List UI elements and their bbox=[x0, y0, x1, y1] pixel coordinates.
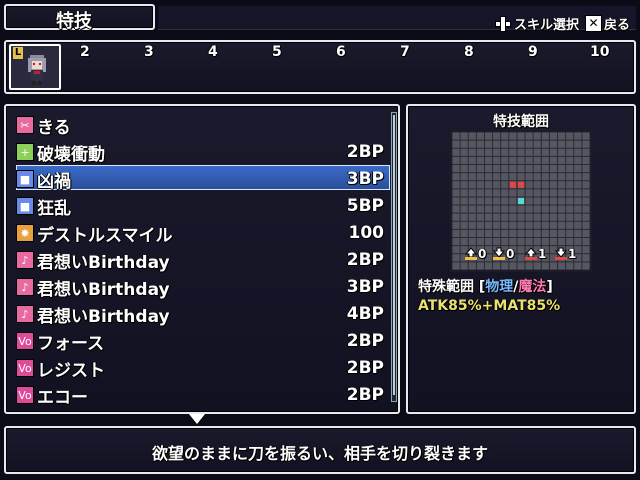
skill-row[interactable]: ♪ 君想いBirthday 2BP bbox=[16, 247, 386, 273]
vo-icon: Vo bbox=[16, 359, 34, 377]
skill-name: エコー bbox=[37, 387, 88, 408]
note-icon: ♪ bbox=[16, 251, 34, 269]
hint-back[interactable]: 戻る bbox=[604, 14, 630, 33]
damage-formula: ATK85%+MAT85% bbox=[418, 298, 561, 314]
skill-name: 狂乱 bbox=[37, 198, 71, 219]
skill-range-panel: 特技範囲 0 0 1 1 特殊範囲 [物理/魔法] ATK85%+MAT85% bbox=[406, 104, 636, 414]
skill-cost: 3BP bbox=[346, 169, 384, 189]
party-slot-number[interactable]: 7 bbox=[400, 44, 410, 60]
skill-row[interactable]: ✸ デストルスマイル 100 bbox=[16, 220, 386, 246]
note-plus2-icon: ♪ bbox=[16, 305, 34, 323]
skill-name: フォース bbox=[37, 333, 105, 354]
range-modifier: 1 bbox=[554, 247, 576, 261]
skill-name: 君想いBirthday bbox=[37, 252, 170, 273]
scissors-icon: ✂ bbox=[16, 116, 34, 134]
skill-name: デストルスマイル bbox=[37, 225, 173, 246]
skill-cost: 3BP bbox=[346, 277, 384, 297]
control-hint: スキル選択 ✕ 戻る bbox=[494, 14, 630, 33]
special-range-magic: 魔法 bbox=[518, 279, 547, 295]
dpad-icon bbox=[494, 15, 512, 33]
note-plus-icon: ♪ bbox=[16, 278, 34, 296]
skill-row[interactable]: Vo レジスト 2BP bbox=[16, 355, 386, 381]
special-range-suffix: ] bbox=[546, 279, 553, 295]
special-range-physical: 物理 bbox=[485, 279, 514, 295]
page-title: 特技 bbox=[56, 11, 92, 32]
skill-row[interactable]: ■ 凶禍 3BP bbox=[16, 166, 386, 192]
vo-icon: Vo bbox=[16, 332, 34, 350]
party-bar: L 2 3 4 5 6 7 8 9 10 bbox=[4, 40, 636, 94]
arrow-down-icon bbox=[492, 247, 506, 261]
skill-name: 破壊衝動 bbox=[37, 144, 105, 165]
party-slot-number[interactable]: 9 bbox=[528, 44, 538, 60]
range-modifier-value: 1 bbox=[568, 247, 577, 261]
skill-row[interactable]: ♪ 君想いBirthday 4BP bbox=[16, 301, 386, 327]
party-slot-active[interactable]: L bbox=[9, 44, 61, 90]
party-slot-number[interactable]: 4 bbox=[208, 44, 218, 60]
skill-cost: 2BP bbox=[346, 142, 384, 162]
skill-name: きる bbox=[37, 117, 71, 138]
skill-name: 君想いBirthday bbox=[37, 279, 170, 300]
header-bar: スキル選択 ✕ 戻る bbox=[158, 6, 636, 33]
scrollbar-thumb[interactable] bbox=[393, 115, 395, 395]
title-window: 特技 bbox=[4, 4, 155, 32]
range-hit-cell bbox=[509, 181, 516, 188]
party-slot-number[interactable]: 5 bbox=[272, 44, 282, 60]
vo-icon: Vo bbox=[16, 386, 34, 404]
skill-cost: 100 bbox=[348, 223, 385, 243]
description-window: 欲望のままに刀を振るい、相手を切り裂きます bbox=[4, 426, 636, 474]
arrow-up-icon bbox=[524, 247, 538, 261]
skill-cost: 2BP bbox=[346, 250, 384, 270]
party-slot-number[interactable]: 8 bbox=[464, 44, 474, 60]
skill-name: レジスト bbox=[37, 360, 105, 381]
skill-row[interactable]: ♪ 君想いBirthday 3BP bbox=[16, 274, 386, 300]
skill-row[interactable]: Vo エコー 2BP bbox=[16, 382, 386, 408]
party-slot-number[interactable]: 3 bbox=[144, 44, 154, 60]
skill-name: 凶禍 bbox=[37, 171, 71, 192]
skill-cost: 2BP bbox=[346, 331, 384, 351]
range-modifier: 0 bbox=[464, 247, 486, 261]
scrollbar[interactable] bbox=[391, 112, 397, 402]
skill-cost: 2BP bbox=[346, 385, 384, 405]
party-slot-number[interactable]: 10 bbox=[590, 44, 609, 60]
leader-marker: L bbox=[13, 47, 23, 59]
skill-description: 欲望のままに刀を振るい、相手を切り裂きます bbox=[151, 444, 488, 463]
range-modifier: 1 bbox=[524, 247, 546, 261]
range-modifier-value: 1 bbox=[538, 247, 547, 261]
skill-cost: 4BP bbox=[346, 304, 384, 324]
arrow-up-icon bbox=[464, 247, 478, 261]
range-title: 特技範囲 bbox=[493, 114, 549, 130]
hint-skill-select: スキル選択 bbox=[513, 18, 579, 33]
range-origin-cell bbox=[517, 197, 525, 205]
character-portrait-icon bbox=[28, 55, 46, 85]
range-modifier-value: 0 bbox=[506, 247, 515, 261]
party-slot-number[interactable]: 2 bbox=[80, 44, 90, 60]
skill-row[interactable]: ■ 狂乱 5BP bbox=[16, 193, 386, 219]
square-icon: ■ bbox=[16, 170, 34, 188]
range-modifier: 0 bbox=[492, 247, 514, 261]
cancel-button-icon: ✕ bbox=[584, 15, 602, 32]
skill-cost: 2BP bbox=[346, 358, 384, 378]
range-hit-cell bbox=[517, 181, 525, 188]
party-slot-number[interactable]: 6 bbox=[336, 44, 346, 60]
skill-cost: 5BP bbox=[346, 196, 384, 216]
skill-name: 君想いBirthday bbox=[37, 306, 170, 327]
special-range-prefix: 特殊範囲 [ bbox=[418, 279, 486, 295]
skill-list: ✂ きる + 破壊衝動 2BP ■ 凶禍 3BP ■ 狂乱 5BP ✸ デストルスマイル 100 ♪ 君想いB… bbox=[4, 104, 400, 414]
skill-row[interactable]: + 破壊衝動 2BP bbox=[16, 139, 386, 165]
burst-icon: ✸ bbox=[16, 224, 34, 242]
arrow-down-icon bbox=[554, 247, 568, 261]
square-icon: ■ bbox=[16, 197, 34, 215]
scroll-down-arrow-icon[interactable] bbox=[189, 414, 205, 424]
range-modifier-value: 0 bbox=[478, 247, 487, 261]
special-range-label: 特殊範囲 [物理/魔法] bbox=[418, 276, 553, 296]
skill-row[interactable]: ✂ きる bbox=[16, 112, 386, 138]
plus-icon: + bbox=[16, 143, 34, 161]
skill-row[interactable]: Vo フォース 2BP bbox=[16, 328, 386, 354]
